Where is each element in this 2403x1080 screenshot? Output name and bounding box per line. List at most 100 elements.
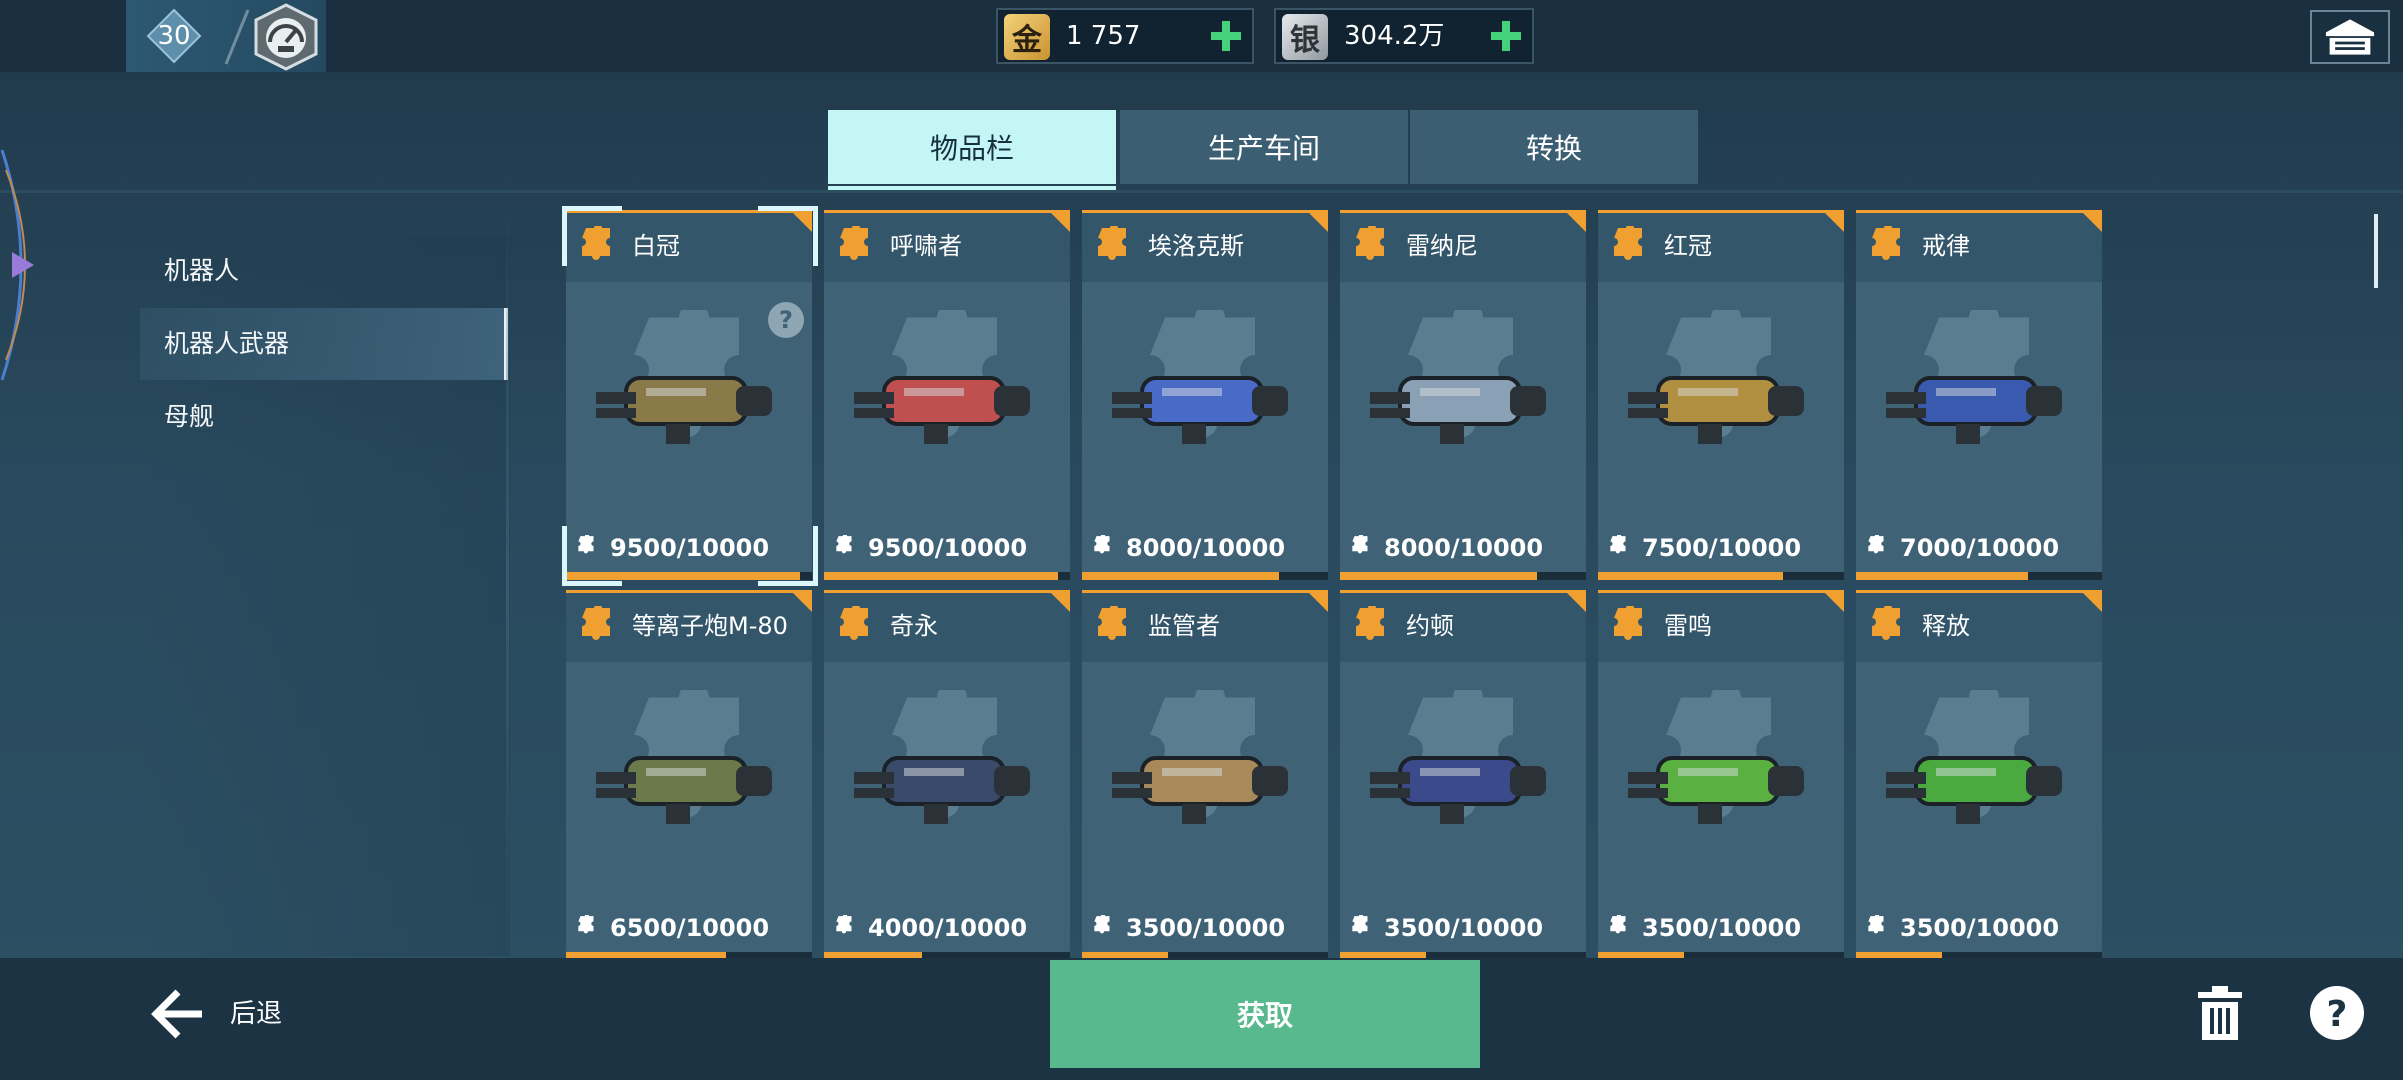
fragment-count-icon [1094,915,1110,934]
fragment-count: 6500/10000 [610,914,770,942]
fragment-count-icon [1868,915,1884,934]
fragment-count-icon [578,535,594,554]
fragment-progress-fill [566,572,800,580]
fragment-count: 8000/10000 [1126,534,1286,562]
add-gold-button[interactable] [1208,18,1244,54]
fragment-count-icon [1094,535,1110,554]
weapon-image [1628,376,1804,444]
puzzle-piece-icon [1614,226,1642,260]
card-accent-line [1340,590,1586,593]
hangar-button[interactable] [2310,10,2390,64]
weapon-image [1112,376,1288,444]
card-accent-line [566,210,812,213]
weapon-card[interactable]: 雷鸣 3500/10000 [1598,590,1844,960]
fragment-progress-bar [1082,572,1328,580]
puzzle-piece-icon [840,606,868,640]
card-corner-mark [1306,590,1328,612]
sidebar-divider [506,200,509,960]
puzzle-piece-icon [1614,606,1642,640]
sidebar-item-mothership[interactable]: 母舰 [140,381,508,453]
weapon-card[interactable]: 约顿 3500/10000 [1340,590,1586,960]
weapon-image [1370,376,1546,444]
gold-currency: 金 1 757 [996,8,1254,64]
fragment-count-icon [1868,535,1884,554]
card-accent-line [1598,590,1844,593]
fragment-progress-bar [1598,572,1844,580]
weapon-card[interactable]: 埃洛克斯 8000/10000 [1082,210,1328,580]
weapon-card[interactable]: 监管者 3500/10000 [1082,590,1328,960]
card-corner-mark [1564,210,1586,232]
fragment-progress-fill [824,572,1058,580]
card-corner-mark [2080,210,2102,232]
weapon-card[interactable]: 释放 3500/10000 [1856,590,2102,960]
weapon-card[interactable]: 红冠 7500/10000 [1598,210,1844,580]
fragment-count: 7500/10000 [1642,534,1802,562]
card-accent-line [1082,590,1328,593]
weapon-image [854,376,1030,444]
weapon-card[interactable]: 戒律 7000/10000 [1856,210,2102,580]
add-silver-button[interactable] [1488,18,1524,54]
side-menu-toggle[interactable] [0,150,60,380]
speedometer-badge-icon[interactable] [250,2,322,72]
puzzle-piece-icon [1356,606,1384,640]
gold-amount: 1 757 [1066,21,1141,51]
back-label: 后退 [230,999,283,1029]
acquire-button[interactable]: 获取 [1050,960,1480,1068]
tab-workshop[interactable]: 生产车间 [1120,110,1408,184]
weapon-card[interactable]: 雷纳尼 8000/10000 [1340,210,1586,580]
fragment-count: 3500/10000 [1384,914,1544,942]
puzzle-piece-icon [1098,226,1126,260]
help-icon[interactable]: ? [2308,984,2366,1042]
fragment-count-icon [1352,535,1368,554]
back-arrow-icon [151,989,202,1039]
grid-scrollbar[interactable] [2374,214,2378,288]
tab-convert[interactable]: 转换 [1410,110,1698,184]
weapon-image [1628,756,1804,824]
hangar-icon [2325,19,2375,55]
puzzle-piece-icon [582,606,610,640]
card-name: 等离子炮M-80 [632,612,788,640]
silver-icon: 银 [1282,14,1328,60]
header-divider [0,190,2403,193]
weapon-card[interactable]: 奇永 4000/10000 [824,590,1070,960]
card-accent-line [566,590,812,593]
fragment-count-icon [1352,915,1368,934]
sidebar-item-robots[interactable]: 机器人 [140,235,508,307]
fragment-count-icon [836,915,852,934]
puzzle-piece-icon [1098,606,1126,640]
weapon-image [1370,756,1546,824]
weapon-card[interactable]: 等离子炮M-80 6500/10000 [566,590,812,960]
trash-icon[interactable] [2190,984,2250,1044]
fragment-count: 4000/10000 [868,914,1028,942]
fragment-progress-fill [1340,572,1537,580]
fragment-progress-bar [824,572,1070,580]
info-icon[interactable]: ? [768,302,804,338]
card-accent-line [824,590,1070,593]
card-name: 雷鸣 [1664,612,1712,640]
sidebar-item-robot-weapons[interactable]: 机器人武器 [140,308,508,380]
fragment-count: 8000/10000 [1384,534,1544,562]
card-corner-mark [1048,210,1070,232]
fragment-count-icon [578,915,594,934]
card-name: 呼啸者 [890,232,962,260]
tab-inventory[interactable]: 物品栏 [828,110,1116,184]
fragment-count: 9500/10000 [868,534,1028,562]
card-corner-mark [1564,590,1586,612]
card-corner-mark [790,210,812,232]
weapon-card[interactable]: 白冠 9500/10000? [566,210,812,580]
card-name: 约顿 [1406,612,1454,640]
gold-icon: 金 [1004,14,1050,60]
weapon-card[interactable]: 呼啸者 9500/10000 [824,210,1070,580]
card-name: 奇永 [890,612,938,640]
puzzle-piece-icon [1872,606,1900,640]
card-name: 戒律 [1922,232,1970,260]
back-button[interactable]: 后退 [150,982,300,1046]
card-accent-line [1340,210,1586,213]
card-corner-mark [1822,590,1844,612]
fragment-progress-fill [1598,572,1783,580]
card-accent-line [1082,210,1328,213]
divider-slash [224,9,250,65]
fragment-count: 3500/10000 [1642,914,1802,942]
fragment-count: 3500/10000 [1900,914,2060,942]
weapon-image [1886,376,2062,444]
